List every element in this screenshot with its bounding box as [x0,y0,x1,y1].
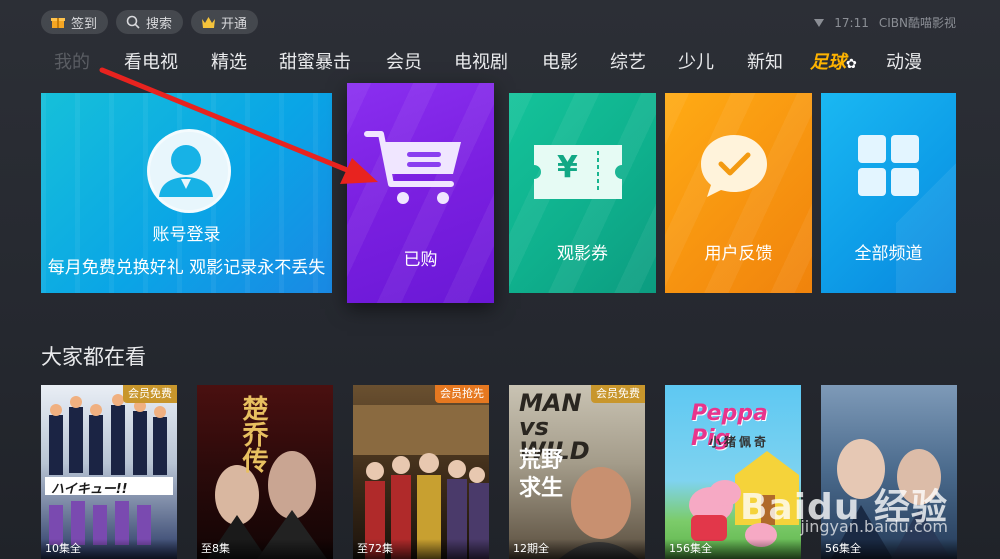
status-bar: 17:11 CIBN酷喵影视 [814,14,956,31]
nav-item-sweet[interactable]: 甜蜜暴击 [279,50,351,76]
account-title: 账号登录 [152,225,221,245]
nav-item-kids[interactable]: 少儿 [678,50,714,76]
poster-card[interactable]: Peppa Pig 小猪佩奇 156集全 [665,385,801,559]
avatar [147,129,231,213]
episode-count: 156集全 [665,539,801,559]
nav-item-football-label: 足球 [810,52,846,73]
vip-button[interactable]: 开通 [191,10,259,34]
poster-art [45,394,173,545]
account-subtitle: 每月免费兑换好礼 观影记录永不丢失 [47,258,326,278]
episode-count: 10集全 [41,539,177,559]
member-badge: 会员抢先 [435,385,489,403]
all-channels-tile[interactable]: 全部频道 [821,93,956,293]
purchased-tile[interactable]: 已购 [347,83,494,303]
poster-card[interactable]: 楚乔传 至8集 [197,385,333,559]
account-login-tile[interactable]: 账号登录 每月免费兑换好礼 观影记录永不丢失 [41,93,332,293]
nav-item-football[interactable]: 足球✿ [810,50,857,78]
crown-icon [200,14,216,30]
nav-item-movies[interactable]: 电影 [542,50,578,76]
poster-title-art: ハイキュー!! [51,482,128,497]
watermark-url: jingyan.baidu.com [800,517,948,536]
feedback-tile[interactable]: 用户反馈 [665,93,812,293]
poster-card[interactable]: ハイキュー!! 会员免费 10集全 [41,385,177,559]
channels-label: 全部频道 [854,244,923,264]
poster-title: 小猪佩奇 [709,435,770,449]
search-button[interactable]: 搜索 [116,10,184,34]
vip-label: 开通 [221,16,248,32]
top-bar: 签到 搜索 开通 [41,10,259,34]
feedback-label: 用户反馈 [704,244,773,264]
section-title: 大家都在看 [41,345,146,369]
grid-icon [858,135,919,200]
nav-item-vip[interactable]: 会员 [386,50,422,76]
ticket-icon [534,145,622,203]
nav-item-series[interactable]: 电视剧 [454,50,508,76]
clock: 17:11 [834,15,869,30]
cart-icon [363,128,468,214]
nav-item-tv[interactable]: 看电视 [124,50,178,76]
checkin-label: 签到 [71,16,98,32]
poster-title: 楚乔传 [238,395,268,473]
poster-art [353,405,489,559]
episode-count: 至8集 [197,539,333,559]
nav-item-variety[interactable]: 综艺 [610,50,646,76]
purchased-label: 已购 [403,250,438,270]
soccer-ball-icon: ✿ [846,57,857,72]
poster-card[interactable]: MAN vs WILD 荒野求生 会员免费 12期全 [509,385,645,559]
nav-item-mine[interactable]: 我的 [54,50,90,76]
nav-item-anime[interactable]: 动漫 [886,50,922,76]
episode-count: 12期全 [509,539,645,559]
chat-check-icon [699,133,769,203]
movie-ticket-tile[interactable]: ¥ 观影券 [509,93,656,293]
member-badge: 会员免费 [591,385,645,403]
search-label: 搜索 [146,16,173,32]
episode-count: 56集全 [821,539,957,559]
ticket-label: 观影券 [557,244,608,264]
search-icon [125,14,141,30]
nav-item-knowledge[interactable]: 新知 [747,50,783,76]
brand-name: CIBN酷喵影视 [878,16,956,30]
gift-icon [50,14,66,30]
member-badge: 会员免费 [123,385,177,403]
nav-item-featured[interactable]: 精选 [211,50,247,76]
poster-title: 荒野求生 [519,448,564,501]
wifi-icon [814,18,825,27]
poster-card[interactable]: 会员抢先 至72集 [353,385,489,559]
episode-count: 至72集 [353,539,489,559]
yuan-symbol: ¥ [557,150,578,185]
checkin-button[interactable]: 签到 [41,10,109,34]
